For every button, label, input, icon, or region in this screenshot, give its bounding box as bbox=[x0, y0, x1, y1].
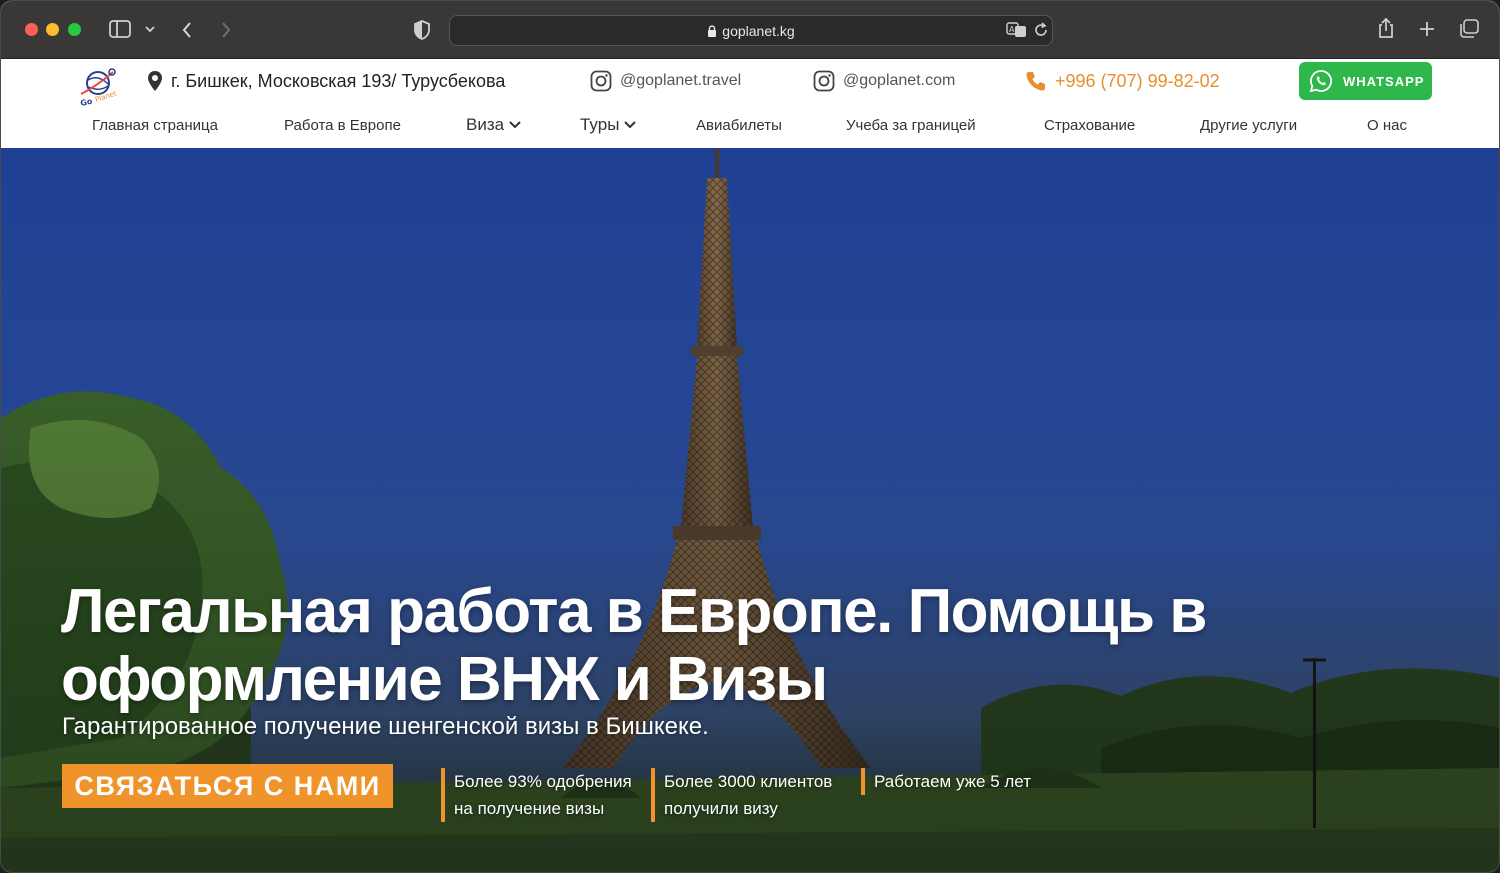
svg-text:Planet: Planet bbox=[94, 89, 118, 103]
whatsapp-icon bbox=[1309, 69, 1333, 93]
chevron-down-icon[interactable] bbox=[144, 25, 156, 33]
nav-item-home[interactable]: Главная страница bbox=[92, 117, 218, 134]
lock-icon bbox=[707, 24, 717, 40]
browser-toolbar: goplanet.kg A bbox=[1, 1, 1499, 59]
hero-title: Легальная работа в Европе. Помощь в офор… bbox=[61, 578, 1261, 714]
address-contact: г. Бишкек, Московская 193/ Турусбекова bbox=[147, 70, 505, 92]
zoom-window-button[interactable] bbox=[68, 23, 81, 36]
chevron-down-icon bbox=[623, 120, 637, 130]
whatsapp-label: WHATSAPP bbox=[1343, 73, 1425, 89]
svg-text:Go: Go bbox=[80, 97, 94, 108]
nav-item-visa[interactable]: Виза bbox=[466, 115, 522, 135]
nav-tours-label: Туры bbox=[580, 115, 620, 134]
phone-number: +996 (707) 99-82-02 bbox=[1055, 70, 1220, 91]
instagram-com-link[interactable]: @goplanet.com bbox=[813, 70, 955, 92]
instagram-com-handle: @goplanet.com bbox=[843, 72, 956, 89]
instagram-travel-link[interactable]: @goplanet.travel bbox=[590, 70, 741, 92]
nav-item-tours[interactable]: Туры bbox=[580, 115, 637, 135]
sidebar-toggle-icon[interactable] bbox=[109, 19, 133, 39]
hero-subtitle: Гарантированное получение шенгенской виз… bbox=[62, 713, 709, 740]
stat-approval: Более 93% одобрения на получение визы bbox=[441, 768, 632, 822]
share-icon[interactable] bbox=[1377, 17, 1395, 39]
main-nav: Главная страница Работа в Европе Виза Ту… bbox=[1, 115, 1499, 145]
phone-icon bbox=[1025, 70, 1047, 92]
whatsapp-button[interactable]: WHATSAPP bbox=[1299, 62, 1432, 100]
instagram-travel-handle: @goplanet.travel bbox=[620, 72, 742, 89]
goplanet-logo[interactable]: Go Planet bbox=[79, 66, 119, 108]
stat-approval-line2: на получение визы bbox=[454, 799, 605, 818]
nav-item-flights[interactable]: Авиабилеты bbox=[696, 117, 782, 134]
stat-clients-line2: получили визу bbox=[664, 799, 778, 818]
new-tab-icon[interactable] bbox=[1418, 20, 1436, 38]
hero-title-line2: оформление ВНЖ и Визы bbox=[61, 645, 828, 714]
nav-item-insurance[interactable]: Страхование bbox=[1044, 117, 1135, 134]
tab-overview-icon[interactable] bbox=[1458, 19, 1480, 39]
hero-title-line1: Легальная работа в Европе. Помощь в bbox=[61, 577, 1207, 646]
nav-visa-label: Виза bbox=[466, 115, 505, 134]
nav-item-other-services[interactable]: Другие услуги bbox=[1200, 117, 1297, 134]
site-header: Go Planet г. Бишкек, Московская 193/ Тур… bbox=[1, 60, 1499, 148]
instagram-icon bbox=[813, 70, 835, 92]
map-pin-icon bbox=[147, 70, 163, 92]
stat-clients-line1: Более 3000 клиентов bbox=[664, 772, 833, 791]
url-text: goplanet.kg bbox=[722, 23, 795, 39]
chevron-down-icon bbox=[508, 120, 522, 130]
close-window-button[interactable] bbox=[25, 23, 38, 36]
translate-icon[interactable]: A bbox=[1006, 22, 1028, 38]
stat-approval-line1: Более 93% одобрения bbox=[454, 772, 632, 791]
contact-us-button[interactable]: СВЯЗАТЬСЯ С НАМИ bbox=[62, 764, 393, 808]
nav-item-study-abroad[interactable]: Учеба за границей bbox=[846, 117, 976, 134]
forward-icon[interactable] bbox=[220, 20, 232, 40]
address-bar[interactable]: goplanet.kg A bbox=[449, 15, 1053, 46]
svg-text:A: A bbox=[1009, 25, 1015, 34]
minimize-window-button[interactable] bbox=[46, 23, 59, 36]
stat-years: Работаем уже 5 лет bbox=[861, 768, 1031, 795]
nav-item-work-europe[interactable]: Работа в Европе bbox=[284, 117, 401, 134]
hero-section: Легальная работа в Европе. Помощь в офор… bbox=[1, 148, 1499, 872]
stat-clients: Более 3000 клиентов получили визу bbox=[651, 768, 832, 822]
phone-link[interactable]: +996 (707) 99-82-02 bbox=[1025, 70, 1220, 92]
back-icon[interactable] bbox=[181, 20, 193, 40]
address-text: г. Бишкек, Московская 193/ Турусбекова bbox=[171, 70, 506, 91]
privacy-shield-icon[interactable] bbox=[413, 20, 431, 40]
browser-window: goplanet.kg A Go Planet г. Бишкек, Моско… bbox=[0, 0, 1500, 873]
reload-icon[interactable] bbox=[1033, 22, 1049, 38]
stat-years-line1: Работаем уже 5 лет bbox=[874, 772, 1031, 791]
nav-item-about[interactable]: О нас bbox=[1367, 117, 1407, 134]
instagram-icon bbox=[590, 70, 612, 92]
